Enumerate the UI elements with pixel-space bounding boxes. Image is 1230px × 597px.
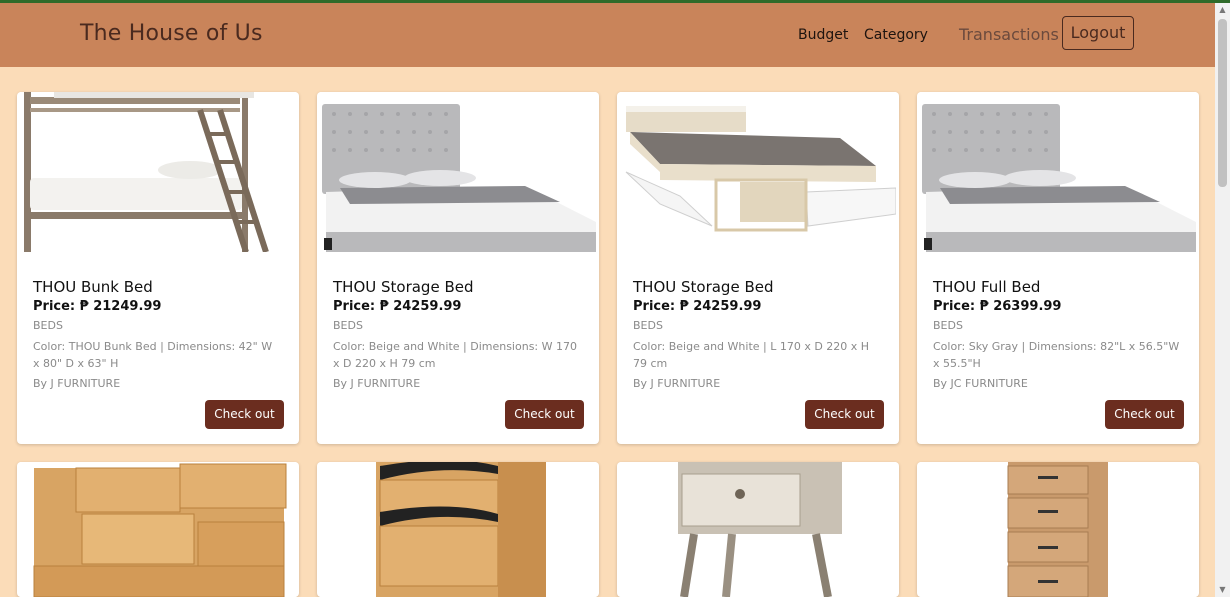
product-category: BEDS xyxy=(333,319,363,332)
checkout-button[interactable]: Check out xyxy=(805,400,884,429)
product-card: THOU Storage Bed Price: ₱ 24259.99 BEDS … xyxy=(317,92,599,444)
product-card xyxy=(617,462,899,597)
product-category: BEDS xyxy=(33,319,63,332)
nav-transactions[interactable]: Transactions xyxy=(959,25,1059,44)
product-brand: By J FURNITURE xyxy=(633,377,721,390)
product-title: THOU Full Bed xyxy=(933,278,1041,296)
product-price: Price: ₱ 24259.99 xyxy=(333,299,462,314)
product-price: Price: ₱ 21249.99 xyxy=(33,299,162,314)
checkout-button[interactable]: Check out xyxy=(1105,400,1184,429)
side-table-image xyxy=(620,462,896,597)
product-brand: By J FURNITURE xyxy=(333,377,421,390)
product-brand: By J FURNITURE xyxy=(33,377,121,390)
product-title: THOU Storage Bed xyxy=(333,278,474,296)
product-card xyxy=(17,462,299,597)
tall-dresser-image xyxy=(920,462,1196,597)
checkout-button[interactable]: Check out xyxy=(505,400,584,429)
product-category: BEDS xyxy=(933,319,963,332)
navbar: The House of Us Budget Category Transact… xyxy=(0,3,1215,67)
storage-bed-drawers-image xyxy=(620,92,897,252)
product-description: Color: Sky Gray | Dimensions: 82"L x 56.… xyxy=(933,340,1180,370)
checkout-button[interactable]: Check out xyxy=(205,400,284,429)
scroll-up-arrow-icon[interactable]: ▲ xyxy=(1215,3,1230,17)
storage-bed-image xyxy=(320,92,596,252)
product-title: THOU Bunk Bed xyxy=(33,278,153,296)
product-title: THOU Storage Bed xyxy=(633,278,774,296)
full-bed-image xyxy=(920,92,1196,252)
brand-title[interactable]: The House of Us xyxy=(80,21,263,46)
product-card: THOU Full Bed Price: ₱ 26399.99 BEDS Col… xyxy=(917,92,1199,444)
product-description: Color: THOU Bunk Bed | Dimensions: 42" W… xyxy=(33,340,273,370)
product-card: THOU Bunk Bed Price: ₱ 21249.99 BEDS Col… xyxy=(17,92,299,444)
product-price: Price: ₱ 26399.99 xyxy=(933,299,1062,314)
product-card xyxy=(317,462,599,597)
page-scrollbar[interactable]: ▲ ▼ xyxy=(1215,3,1230,597)
product-card: THOU Storage Bed Price: ₱ 24259.99 BEDS … xyxy=(617,92,899,444)
scroll-thumb[interactable] xyxy=(1218,19,1227,187)
dresser-image xyxy=(20,462,296,597)
scroll-down-arrow-icon[interactable]: ▼ xyxy=(1215,583,1230,597)
product-description: Color: Beige and White | Dimensions: W 1… xyxy=(333,340,577,370)
bunk-bed-image xyxy=(20,92,296,253)
nightstand-image xyxy=(320,462,596,597)
product-card xyxy=(917,462,1199,597)
product-category: BEDS xyxy=(633,319,663,332)
logout-button[interactable]: Logout xyxy=(1062,16,1134,50)
product-brand: By JC FURNITURE xyxy=(933,377,1028,390)
nav-category[interactable]: Category xyxy=(864,27,928,43)
product-price: Price: ₱ 24259.99 xyxy=(633,299,762,314)
product-description: Color: Beige and White | L 170 x D 220 x… xyxy=(633,340,870,370)
nav-budget[interactable]: Budget xyxy=(798,27,848,43)
